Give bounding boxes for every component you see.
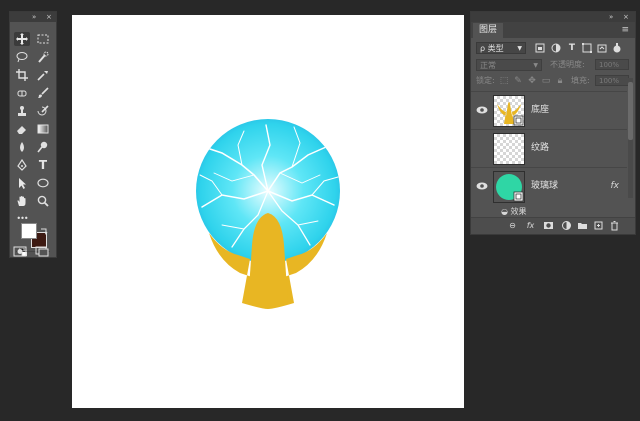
layer-name[interactable]: 玻璃球: [531, 180, 558, 192]
tab-layers[interactable]: 图层: [473, 23, 504, 38]
effects-label: 效果: [510, 207, 527, 216]
quick-mask-icon[interactable]: [13, 242, 27, 257]
layers-panel: » × 图层 ≡ ρ 类型 ▼ T 正常 ▼ 不透明度: 100% 锁定: ⬚ ✎ …: [470, 11, 636, 235]
history-brush-icon[interactable]: [35, 104, 51, 118]
document-canvas[interactable]: [72, 15, 464, 408]
chevron-down-icon: ▼: [517, 45, 522, 52]
layer-row[interactable]: 玻璃球 fx: [471, 167, 627, 205]
close-icon[interactable]: ×: [46, 12, 52, 22]
fx-icon[interactable]: fx: [525, 220, 536, 231]
healing-icon[interactable]: [14, 86, 30, 100]
mask-icon[interactable]: [543, 220, 554, 231]
path-select-icon[interactable]: [14, 176, 30, 190]
dodge-icon[interactable]: [35, 140, 51, 154]
filter-label: ρ 类型: [480, 44, 504, 53]
filter-pixel-icon[interactable]: [535, 43, 545, 53]
lock-label: 锁定:: [476, 76, 495, 85]
quick-select-icon[interactable]: [35, 50, 51, 64]
zoom-icon[interactable]: [35, 194, 51, 208]
collapse-icon[interactable]: »: [609, 12, 613, 22]
filter-smart-object-icon[interactable]: [597, 43, 607, 53]
effects-row[interactable]: ◒ 效果: [501, 207, 561, 217]
opacity-field[interactable]: 100%: [595, 59, 629, 70]
layers-tab-row: 图层 ≡: [471, 22, 635, 38]
gradient-icon[interactable]: [35, 122, 51, 136]
layer-thumbnail: [493, 95, 525, 127]
fill-field[interactable]: 100%: [595, 75, 629, 86]
crop-icon[interactable]: [14, 68, 30, 82]
filter-shape-icon[interactable]: [582, 43, 592, 53]
layer-fx-badge[interactable]: fx: [611, 180, 620, 192]
collapse-icon[interactable]: »: [32, 12, 36, 22]
eyedropper-icon[interactable]: [35, 68, 51, 82]
swap-colors-icon[interactable]: [40, 220, 48, 236]
lock-position-icon[interactable]: ✥: [527, 76, 537, 86]
blur-icon[interactable]: [14, 140, 30, 154]
layer-filter-select[interactable]: ρ 类型 ▼: [476, 42, 526, 54]
lock-all-icon[interactable]: 🔒︎: [555, 76, 565, 86]
blend-mode-select[interactable]: 正常 ▼: [476, 59, 542, 71]
new-layer-icon[interactable]: [593, 220, 604, 231]
trash-icon[interactable]: [609, 220, 620, 231]
tools-panel-header: » ×: [10, 12, 56, 22]
foreground-color-swatch[interactable]: [21, 223, 37, 239]
layer-thumbnail: [493, 171, 525, 203]
crystal-ball-artwork: [196, 119, 340, 309]
move-tool-icon[interactable]: [14, 32, 30, 46]
layers-panel-header: » ×: [471, 12, 635, 22]
adjustment-icon[interactable]: [561, 220, 572, 231]
blend-mode-value: 正常: [480, 61, 496, 70]
panel-menu-icon[interactable]: ≡: [621, 24, 629, 36]
chevron-down-icon: ▼: [533, 62, 538, 69]
screen-mode-icon[interactable]: [35, 242, 49, 257]
layer-name[interactable]: 底座: [531, 104, 549, 116]
layer-thumbnail: [493, 133, 525, 165]
hand-icon[interactable]: [14, 194, 30, 208]
filter-adjustment-icon[interactable]: [551, 43, 561, 53]
link-icon[interactable]: ⊖: [507, 220, 518, 231]
filter-type-icon[interactable]: T: [567, 43, 577, 53]
close-icon[interactable]: ×: [623, 12, 629, 22]
layers-footer: ⊖ fx: [471, 217, 635, 234]
type-icon[interactable]: T: [35, 158, 51, 172]
brush-icon[interactable]: [35, 86, 51, 100]
pen-icon[interactable]: [14, 158, 30, 172]
clone-stamp-icon[interactable]: [14, 104, 30, 118]
visibility-eye-icon[interactable]: [476, 104, 488, 116]
tools-panel: » × T •••: [9, 11, 57, 258]
folder-icon[interactable]: [577, 220, 588, 231]
opacity-label: 不透明度:: [550, 60, 585, 69]
visibility-eye-icon[interactable]: [476, 180, 488, 192]
rect-marquee-icon[interactable]: [35, 32, 51, 46]
effects-icon: ◒: [501, 207, 511, 216]
lasso-icon[interactable]: [14, 50, 30, 64]
lock-artboard-icon[interactable]: ▭: [541, 76, 551, 86]
lock-paint-icon[interactable]: ✎: [513, 76, 523, 86]
layer-row[interactable]: 底座: [471, 91, 627, 129]
lock-pixels-icon[interactable]: ⬚: [499, 76, 509, 86]
layers-scroll-thumb[interactable]: [628, 82, 633, 140]
layer-row[interactable]: 纹路: [471, 129, 627, 167]
ellipse-icon[interactable]: [35, 176, 51, 190]
layer-name[interactable]: 纹路: [531, 142, 549, 154]
fill-label: 填充:: [571, 76, 590, 85]
eraser-icon[interactable]: [14, 122, 30, 136]
filter-toggle-icon[interactable]: [612, 43, 622, 53]
